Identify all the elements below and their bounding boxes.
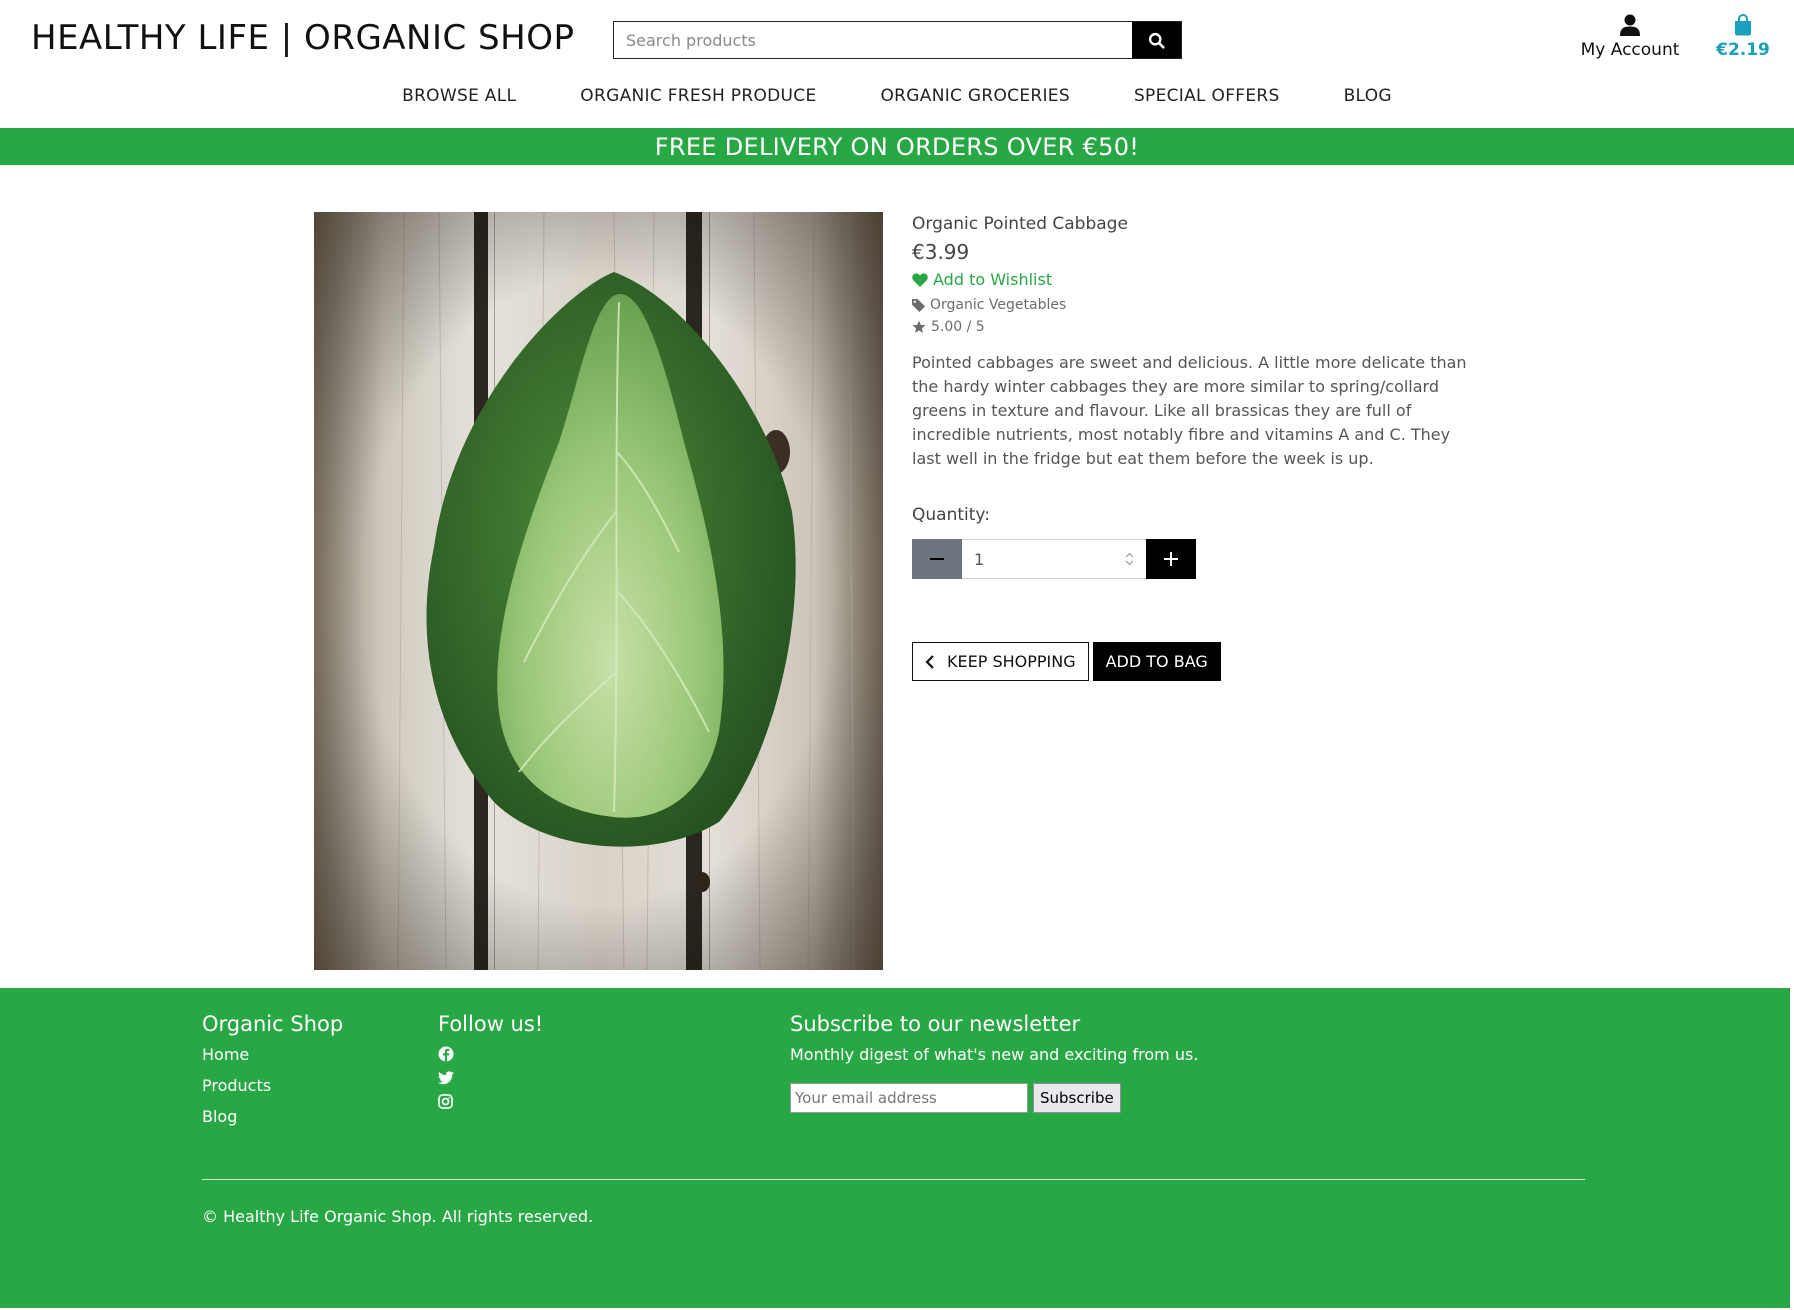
- instagram-icon: [438, 1094, 453, 1109]
- minus-icon: [930, 558, 944, 560]
- main-nav: BROWSE ALL ORGANIC FRESH PRODUCE ORGANIC…: [0, 86, 1794, 106]
- add-to-wishlist-link[interactable]: Add to Wishlist: [912, 270, 1482, 289]
- product-details: Organic Pointed Cabbage €3.99 Add to Wis…: [912, 214, 1482, 681]
- search-icon: [1148, 32, 1165, 49]
- delivery-banner-text: FREE DELIVERY ON ORDERS OVER €50!: [654, 132, 1140, 161]
- tag-icon: [912, 298, 925, 312]
- product-actions: KEEP SHOPPING ADD TO BAG: [912, 642, 1482, 681]
- spinner-arrows-icon[interactable]: [1125, 552, 1134, 566]
- subscribe-button[interactable]: Subscribe: [1033, 1083, 1121, 1113]
- heart-icon: [912, 272, 928, 287]
- footer: Organic Shop Home Products Blog Follow u…: [0, 988, 1790, 1308]
- product-price: €3.99: [912, 240, 970, 264]
- shopping-bag-link[interactable]: €2.19: [1716, 14, 1770, 60]
- footer-link-home[interactable]: Home: [202, 1045, 271, 1064]
- add-to-bag-button[interactable]: ADD TO BAG: [1092, 642, 1221, 681]
- quantity-stepper: 1: [912, 539, 1482, 579]
- keep-shopping-label: KEEP SHOPPING: [947, 652, 1076, 671]
- copyright-text: © Healthy Life Organic Shop. All rights …: [202, 1207, 594, 1226]
- rating-value: 5.00 / 5: [931, 319, 985, 335]
- footer-links: Home Products Blog: [202, 1045, 271, 1138]
- bag-total: €2.19: [1716, 40, 1770, 60]
- facebook-link[interactable]: [438, 1046, 454, 1064]
- quantity-value: 1: [974, 549, 985, 569]
- product-category[interactable]: Organic Vegetables: [912, 297, 1482, 313]
- product-rating: 5.00 / 5: [912, 319, 1482, 335]
- product-name: Organic Pointed Cabbage: [912, 214, 1128, 234]
- nav-organic-fresh-produce[interactable]: ORGANIC FRESH PRODUCE: [580, 86, 816, 106]
- twitter-icon: [438, 1071, 454, 1085]
- footer-link-products[interactable]: Products: [202, 1076, 271, 1095]
- add-to-bag-label: ADD TO BAG: [1105, 652, 1208, 671]
- social-links: [438, 1046, 454, 1118]
- chevron-left-icon: [925, 654, 934, 669]
- quantity-input[interactable]: 1: [962, 539, 1146, 579]
- page: HEALTHY LIFE | ORGANIC SHOP My Account €…: [0, 0, 1794, 1310]
- search-button[interactable]: [1132, 22, 1181, 58]
- delivery-banner: FREE DELIVERY ON ORDERS OVER €50!: [0, 128, 1794, 165]
- search-bar: [613, 21, 1182, 59]
- shopping-bag-icon: [1735, 14, 1751, 36]
- cabbage-photo: [314, 212, 883, 970]
- newsletter-form: Subscribe: [790, 1083, 1121, 1113]
- site-logo[interactable]: HEALTHY LIFE | ORGANIC SHOP: [31, 18, 574, 58]
- facebook-icon: [438, 1046, 454, 1062]
- instagram-link[interactable]: [438, 1094, 454, 1112]
- increment-button[interactable]: [1146, 539, 1196, 579]
- search-input[interactable]: [614, 22, 1132, 58]
- category-label: Organic Vegetables: [930, 297, 1067, 313]
- newsletter-subtitle: Monthly digest of what's new and excitin…: [790, 1045, 1199, 1064]
- email-field[interactable]: [790, 1083, 1028, 1113]
- nav-blog[interactable]: BLOG: [1344, 86, 1392, 106]
- decrement-button[interactable]: [912, 539, 962, 579]
- nav-browse-all[interactable]: BROWSE ALL: [402, 86, 516, 106]
- nav-special-offers[interactable]: SPECIAL OFFERS: [1134, 86, 1280, 106]
- plus-icon: [1164, 552, 1178, 566]
- product-description: Pointed cabbages are sweet and delicious…: [912, 353, 1467, 468]
- my-account-link[interactable]: My Account: [1570, 14, 1690, 60]
- footer-link-blog[interactable]: Blog: [202, 1107, 271, 1126]
- my-account-label: My Account: [1580, 40, 1680, 60]
- footer-shop-title: Organic Shop: [202, 1012, 344, 1036]
- keep-shopping-button[interactable]: KEEP SHOPPING: [912, 642, 1089, 681]
- nav-organic-groceries[interactable]: ORGANIC GROCERIES: [881, 86, 1070, 106]
- footer-follow-title: Follow us!: [438, 1012, 544, 1036]
- product-image: [314, 212, 883, 970]
- newsletter-title: Subscribe to our newsletter: [790, 1012, 1081, 1036]
- quantity-label: Quantity:: [912, 505, 990, 525]
- user-icon: [1620, 14, 1640, 36]
- star-icon: [912, 320, 926, 333]
- footer-divider: [202, 1179, 1585, 1180]
- twitter-link[interactable]: [438, 1070, 454, 1088]
- wishlist-label: Add to Wishlist: [933, 270, 1053, 289]
